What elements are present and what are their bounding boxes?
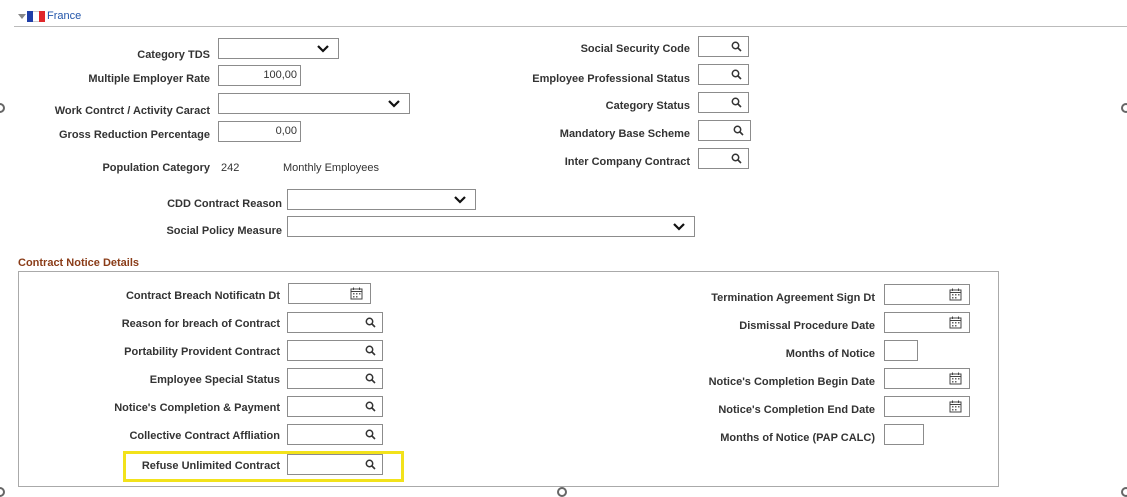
magnifier-icon[interactable] bbox=[365, 373, 376, 384]
dismissal-procedure-input[interactable] bbox=[884, 312, 970, 333]
magnifier-icon[interactable] bbox=[731, 153, 742, 164]
chevron-down-icon bbox=[673, 223, 685, 231]
work-contract-select[interactable] bbox=[218, 93, 410, 114]
resize-handle-bottom-left[interactable] bbox=[0, 487, 5, 497]
reason-breach-input[interactable] bbox=[287, 312, 383, 333]
refuse-unlimited-contract-input[interactable] bbox=[287, 454, 383, 475]
calendar-icon[interactable] bbox=[949, 372, 962, 385]
collapse-triangle-icon[interactable] bbox=[18, 14, 26, 19]
social-policy-measure-label: Social Policy Measure bbox=[166, 225, 282, 237]
mandatory-base-scheme-input[interactable] bbox=[698, 120, 751, 141]
notice-completion-end-label: Notice's Completion End Date bbox=[718, 404, 875, 416]
employee-special-status-input[interactable] bbox=[287, 368, 383, 389]
magnifier-icon[interactable] bbox=[733, 125, 744, 136]
portability-provident-label: Portability Provident Contract bbox=[124, 346, 280, 358]
cdd-contract-reason-select[interactable] bbox=[287, 189, 476, 210]
magnifier-icon[interactable] bbox=[731, 69, 742, 80]
multiple-employer-rate-label: Multiple Employer Rate bbox=[88, 73, 210, 85]
months-of-notice-input[interactable] bbox=[884, 340, 918, 361]
gross-reduction-label: Gross Reduction Percentage bbox=[59, 129, 210, 141]
population-category-code: 242 bbox=[221, 162, 240, 174]
dismissal-procedure-label: Dismissal Procedure Date bbox=[739, 320, 875, 332]
calendar-icon[interactable] bbox=[949, 288, 962, 301]
employee-special-status-label: Employee Special Status bbox=[149, 374, 280, 386]
collective-contract-input[interactable] bbox=[287, 424, 383, 445]
category-status-input[interactable] bbox=[698, 92, 749, 113]
gross-reduction-input[interactable]: 0,00 bbox=[218, 121, 301, 142]
section-title: France bbox=[47, 10, 82, 22]
chevron-down-icon bbox=[317, 45, 329, 53]
termination-agreement-label: Termination Agreement Sign Dt bbox=[711, 292, 875, 304]
category-tds-select[interactable] bbox=[218, 38, 339, 59]
social-policy-measure-select[interactable] bbox=[287, 216, 695, 237]
magnifier-icon[interactable] bbox=[365, 345, 376, 356]
notice-completion-begin-input[interactable] bbox=[884, 368, 970, 389]
chevron-down-icon bbox=[454, 196, 466, 204]
magnifier-icon[interactable] bbox=[365, 459, 376, 470]
social-security-code-input[interactable] bbox=[698, 36, 749, 57]
magnifier-icon[interactable] bbox=[731, 41, 742, 52]
population-category-description: Monthly Employees bbox=[283, 162, 379, 174]
resize-handle-bottom-right[interactable] bbox=[1121, 487, 1127, 497]
magnifier-icon[interactable] bbox=[731, 97, 742, 108]
mandatory-base-scheme-label: Mandatory Base Scheme bbox=[559, 128, 690, 140]
calendar-icon[interactable] bbox=[949, 400, 962, 413]
notice-group-title: Contract Notice Details bbox=[18, 257, 140, 269]
france-flag-icon bbox=[27, 11, 45, 22]
employee-professional-status-input[interactable] bbox=[698, 64, 749, 85]
cdd-contract-reason-label: CDD Contract Reason bbox=[167, 198, 282, 210]
inter-company-contract-input[interactable] bbox=[698, 148, 749, 169]
reason-breach-label: Reason for breach of Contract bbox=[121, 318, 280, 330]
section-divider bbox=[14, 26, 1127, 27]
magnifier-icon[interactable] bbox=[365, 401, 376, 412]
chevron-down-icon bbox=[388, 100, 400, 108]
category-status-label: Category Status bbox=[605, 100, 690, 112]
magnifier-icon[interactable] bbox=[365, 317, 376, 328]
calendar-icon[interactable] bbox=[949, 316, 962, 329]
inter-company-contract-label: Inter Company Contract bbox=[564, 156, 690, 168]
magnifier-icon[interactable] bbox=[365, 429, 376, 440]
resize-handle-right[interactable] bbox=[1121, 103, 1127, 113]
refuse-unlimited-contract-label: Refuse Unlimited Contract bbox=[141, 460, 280, 472]
months-of-notice-pap-input[interactable] bbox=[884, 424, 924, 445]
work-contract-label: Work Contrct / Activity Caract bbox=[54, 105, 210, 117]
resize-handle-bottom[interactable] bbox=[557, 487, 567, 497]
resize-handle-left[interactable] bbox=[0, 103, 5, 113]
contract-breach-date-label: Contract Breach Notificatn Dt bbox=[125, 290, 280, 302]
portability-provident-input[interactable] bbox=[287, 340, 383, 361]
months-of-notice-pap-label: Months of Notice (PAP CALC) bbox=[720, 432, 875, 444]
notice-completion-end-input[interactable] bbox=[884, 396, 970, 417]
notice-completion-begin-label: Notice's Completion Begin Date bbox=[708, 376, 875, 388]
employee-professional-status-label: Employee Professional Status bbox=[532, 73, 690, 85]
category-tds-label: Category TDS bbox=[137, 49, 210, 61]
contract-breach-date-input[interactable] bbox=[288, 283, 371, 304]
population-category-label: Population Category bbox=[102, 162, 210, 174]
social-security-code-label: Social Security Code bbox=[580, 43, 690, 55]
notice-completion-payment-label: Notice's Completion & Payment bbox=[114, 402, 280, 414]
notice-completion-payment-input[interactable] bbox=[287, 396, 383, 417]
multiple-employer-rate-input[interactable]: 100,00 bbox=[218, 65, 301, 86]
calendar-icon[interactable] bbox=[350, 287, 363, 300]
months-of-notice-label: Months of Notice bbox=[785, 348, 875, 360]
termination-agreement-input[interactable] bbox=[884, 284, 970, 305]
collective-contract-label: Collective Contract Affliation bbox=[129, 430, 280, 442]
